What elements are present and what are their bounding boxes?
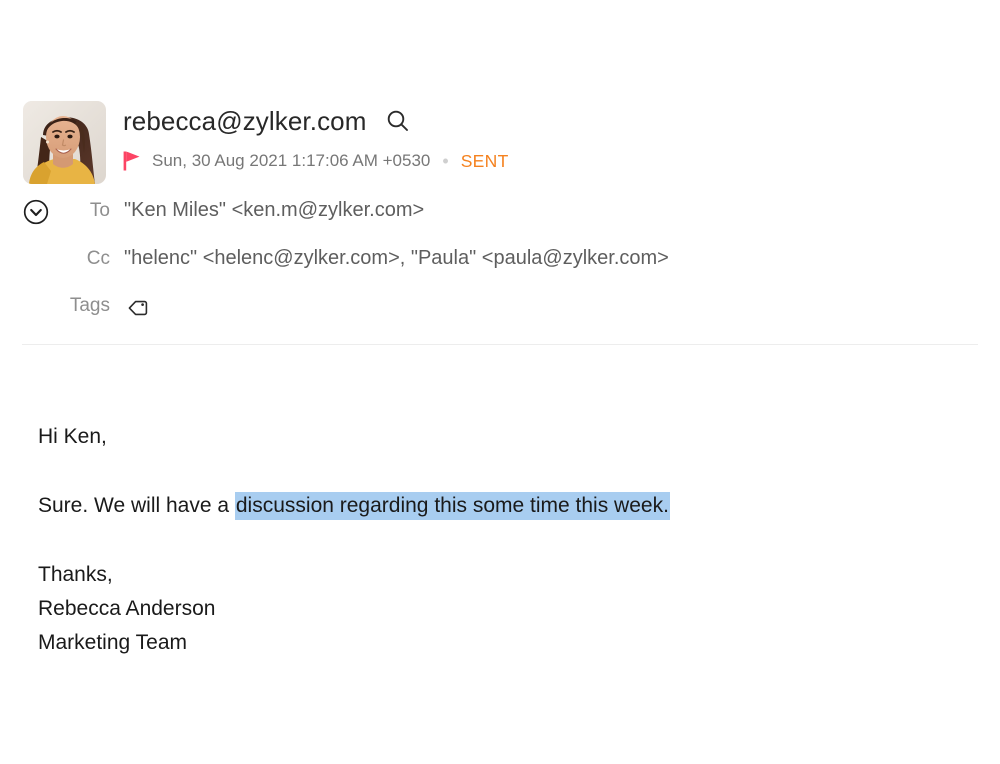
email-header: rebecca@zylker.com Sun, 30 Aug 2021 1:17…	[0, 0, 1000, 345]
tags-label: Tags	[69, 295, 110, 316]
separator-dot: •	[442, 151, 449, 171]
signature-signoff: Thanks,	[38, 563, 113, 586]
sender-email[interactable]: rebecca@zylker.com	[123, 105, 367, 137]
body-selected-text[interactable]: discussion regarding this some time this…	[234, 492, 670, 520]
flag-icon[interactable]	[123, 151, 140, 171]
recipient-row-to: To "Ken Miles" <ken.m@zylker.com>	[0, 197, 424, 227]
message-date: Sun, 30 Aug 2021 1:17:06 AM +0530	[152, 151, 431, 170]
search-icon[interactable]	[385, 108, 411, 134]
tag-icon[interactable]	[126, 296, 150, 320]
to-label: To	[89, 200, 110, 221]
signature-name: Rebecca Anderson	[38, 597, 216, 620]
to-value[interactable]: "Ken Miles" <ken.m@zylker.com>	[124, 197, 424, 223]
body-sentence: Sure. We will have a discussion regardin…	[38, 489, 958, 523]
sender-row: rebecca@zylker.com	[123, 103, 411, 139]
cc-value[interactable]: "helenc" <helenc@zylker.com>, "Paula" <p…	[124, 245, 669, 271]
signature-team: Marketing Team	[38, 631, 188, 654]
cc-label: Cc	[86, 248, 110, 269]
body-spacer-2	[38, 523, 958, 558]
recipient-row-cc: Cc "helenc" <helenc@zylker.com>, "Paula"…	[0, 245, 669, 275]
status-badge: SENT	[460, 151, 509, 171]
email-body: Hi Ken, Sure. We will have a discussion …	[38, 420, 958, 660]
body-greeting: Hi Ken,	[38, 425, 107, 448]
header-divider	[22, 344, 978, 345]
date-status-row: Sun, 30 Aug 2021 1:17:06 AM +0530 • SENT	[123, 148, 509, 174]
tags-row: Tags	[0, 293, 150, 323]
body-sentence-prefix: Sure. We will have a	[38, 494, 235, 517]
avatar[interactable]	[23, 101, 106, 184]
